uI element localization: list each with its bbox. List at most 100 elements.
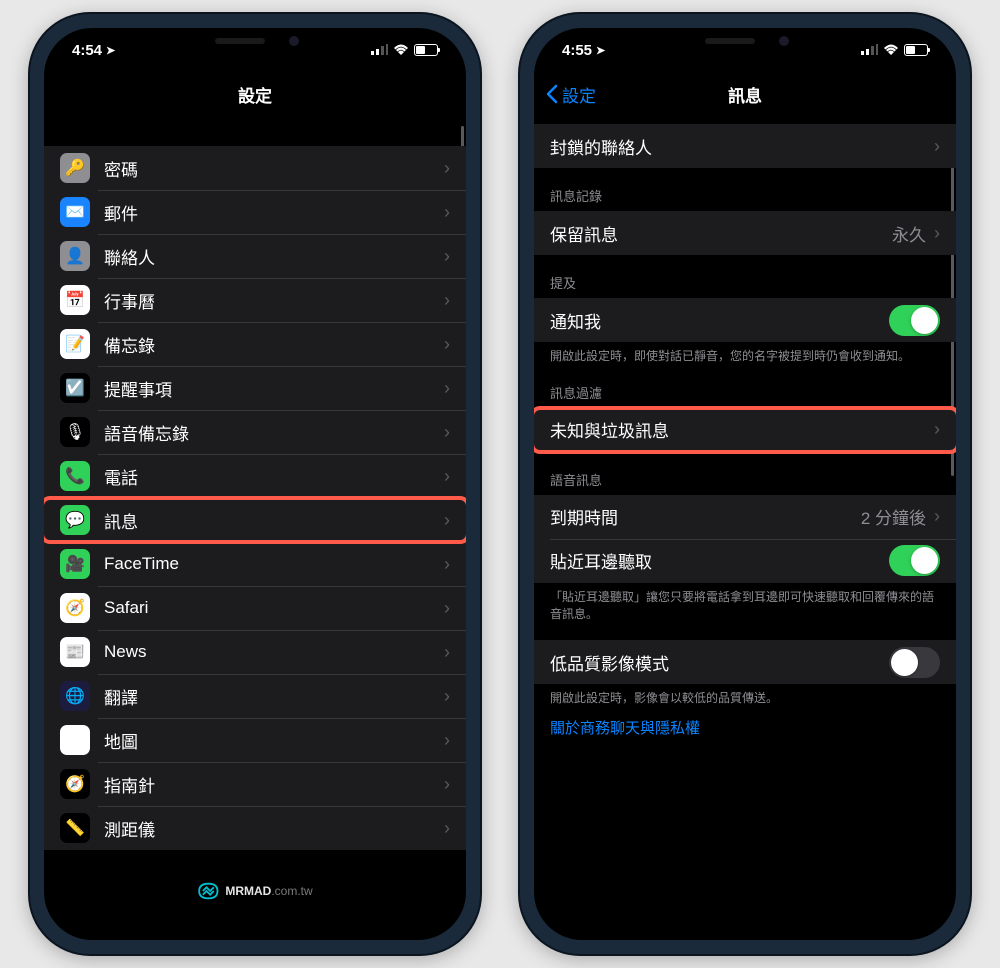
chevron-icon: › [444, 290, 450, 311]
settings-row-備忘錄[interactable]: 📝 備忘錄 › [44, 322, 466, 366]
chevron-icon: › [444, 158, 450, 179]
location-icon: ➤ [596, 44, 605, 57]
wifi-icon [883, 42, 899, 59]
chevron-icon: › [444, 730, 450, 751]
settings-row-密碼[interactable]: 🔑 密碼 › [44, 146, 466, 190]
section-footer: 開啟此設定時，影像會以較低的品質傳送。 [534, 684, 956, 707]
app-icon: 📞 [60, 461, 90, 491]
privacy-link[interactable]: 關於商務聊天與隱私權 [534, 707, 956, 748]
app-icon: 🗺 [60, 725, 90, 755]
row-label: 封鎖的聯絡人 [550, 134, 934, 159]
app-icon: 🔑 [60, 153, 90, 183]
settings-row-測距儀[interactable]: 📏 測距儀 › [44, 806, 466, 850]
app-icon: 🧭 [60, 593, 90, 623]
settings-row-safari[interactable]: 🧭 Safari › [44, 586, 466, 630]
app-icon: ✉️ [60, 197, 90, 227]
section-header: 提及 [534, 273, 956, 298]
app-icon: 💬 [60, 505, 90, 535]
settings-row-翻譯[interactable]: 🌐 翻譯 › [44, 674, 466, 718]
row-label: 訊息 [104, 508, 444, 533]
settings-row-語音備忘錄[interactable]: 🎙 語音備忘錄 › [44, 410, 466, 454]
row-label: FaceTime [104, 554, 444, 574]
row-label: 語音備忘錄 [104, 420, 444, 445]
settings-row-電話[interactable]: 📞 電話 › [44, 454, 466, 498]
app-icon: 🎙 [60, 417, 90, 447]
chevron-icon: › [934, 419, 940, 440]
toggle-switch[interactable] [889, 647, 940, 678]
row-label: 密碼 [104, 156, 444, 181]
row-label: 未知與垃圾訊息 [550, 417, 934, 442]
row-label: 行事曆 [104, 288, 444, 313]
app-icon: 📏 [60, 813, 90, 843]
section-header: 訊息記錄 [534, 186, 956, 211]
phone-right: 4:55 ➤ 設定 訊息 封鎖的聯絡人›訊息記錄保留訊息永久›提及通知我開啟此設… [520, 14, 970, 954]
signal-icon [371, 42, 388, 59]
chevron-icon: › [934, 136, 940, 157]
phone-left: 4:54 ➤ 設定 🔑 密碼 › ✉️ 郵件 › 👤 聯絡人 › 📅 行事曆 ›… [30, 14, 480, 954]
row-label: 郵件 [104, 200, 444, 225]
page-title: 訊息 [728, 82, 762, 107]
screen-left: 4:54 ➤ 設定 🔑 密碼 › ✉️ 郵件 › 👤 聯絡人 › 📅 行事曆 ›… [44, 28, 466, 940]
chevron-icon: › [934, 506, 940, 527]
app-icon: 🎥 [60, 549, 90, 579]
battery-icon [414, 44, 438, 56]
row-label: 通知我 [550, 308, 889, 333]
row-label: 到期時間 [550, 504, 861, 529]
battery-icon [904, 44, 928, 56]
back-label: 設定 [562, 82, 596, 107]
watermark: MRMAD.com.tw [197, 880, 312, 902]
settings-row-地圖[interactable]: 🗺 地圖 › [44, 718, 466, 762]
app-icon: 🧭 [60, 769, 90, 799]
row-label: 低品質影像模式 [550, 650, 889, 675]
chevron-icon: › [444, 422, 450, 443]
toggle-switch[interactable] [889, 545, 940, 576]
row-低品質影像模式[interactable]: 低品質影像模式 [534, 640, 956, 684]
screen-right: 4:55 ➤ 設定 訊息 封鎖的聯絡人›訊息記錄保留訊息永久›提及通知我開啟此設… [534, 28, 956, 940]
settings-row-news[interactable]: 📰 News › [44, 630, 466, 674]
status-time: 4:55 [562, 42, 592, 59]
nav-bar: 設定 [44, 72, 466, 116]
settings-row-提醒事項[interactable]: ☑️ 提醒事項 › [44, 366, 466, 410]
section-footer: 「貼近耳邊聽取」讓您只要將電話拿到耳邊即可快速聽取和回覆傳來的語音訊息。 [534, 583, 956, 623]
chevron-icon: › [444, 378, 450, 399]
wifi-icon [393, 42, 409, 59]
page-title: 設定 [238, 82, 272, 107]
chevron-icon: › [444, 642, 450, 663]
row-value: 2 分鐘後 [861, 504, 926, 529]
row-label: News [104, 642, 444, 662]
row-通知我[interactable]: 通知我 [534, 298, 956, 342]
settings-list[interactable]: 🔑 密碼 › ✉️ 郵件 › 👤 聯絡人 › 📅 行事曆 › 📝 備忘錄 › ☑… [44, 116, 466, 940]
row-label: 指南針 [104, 772, 444, 797]
status-time: 4:54 [72, 42, 102, 59]
app-icon: 📝 [60, 329, 90, 359]
chevron-icon: › [444, 686, 450, 707]
nav-bar: 設定 訊息 [534, 72, 956, 116]
app-icon: 📅 [60, 285, 90, 315]
row-封鎖的聯絡人[interactable]: 封鎖的聯絡人› [534, 124, 956, 168]
settings-row-行事曆[interactable]: 📅 行事曆 › [44, 278, 466, 322]
row-未知與垃圾訊息[interactable]: 未知與垃圾訊息› [534, 408, 956, 452]
chevron-icon: › [444, 598, 450, 619]
row-label: 備忘錄 [104, 332, 444, 357]
row-label: 保留訊息 [550, 221, 892, 246]
messages-settings[interactable]: 封鎖的聯絡人›訊息記錄保留訊息永久›提及通知我開啟此設定時，即使對話已靜音，您的… [534, 116, 956, 940]
row-label: 電話 [104, 464, 444, 489]
toggle-switch[interactable] [889, 305, 940, 336]
row-value: 永久 [892, 221, 926, 246]
row-貼近耳邊聽取[interactable]: 貼近耳邊聽取 [534, 539, 956, 583]
row-label: 聯絡人 [104, 244, 444, 269]
back-button[interactable]: 設定 [546, 82, 596, 107]
section-header: 語音訊息 [534, 470, 956, 495]
signal-icon [861, 42, 878, 59]
chevron-icon: › [444, 818, 450, 839]
app-icon: 📰 [60, 637, 90, 667]
settings-row-指南針[interactable]: 🧭 指南針 › [44, 762, 466, 806]
settings-row-訊息[interactable]: 💬 訊息 › [44, 498, 466, 542]
chevron-icon: › [444, 510, 450, 531]
settings-row-聯絡人[interactable]: 👤 聯絡人 › [44, 234, 466, 278]
row-到期時間[interactable]: 到期時間2 分鐘後 › [534, 495, 956, 539]
settings-row-郵件[interactable]: ✉️ 郵件 › [44, 190, 466, 234]
row-保留訊息[interactable]: 保留訊息永久› [534, 211, 956, 255]
chevron-icon: › [444, 334, 450, 355]
settings-row-facetime[interactable]: 🎥 FaceTime › [44, 542, 466, 586]
